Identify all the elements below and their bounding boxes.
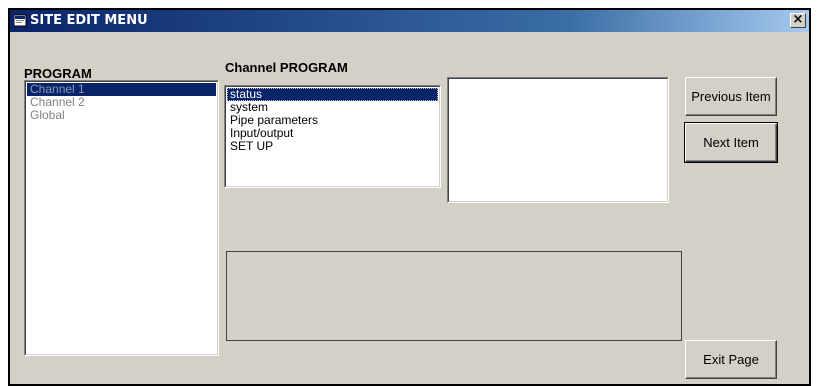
info-panel <box>226 251 682 341</box>
next-item-button[interactable]: Next Item <box>684 122 778 163</box>
channel-program-list-item[interactable]: SET UP <box>227 140 438 153</box>
program-heading: PROGRAM <box>24 66 92 81</box>
close-button[interactable]: × <box>790 13 806 28</box>
program-listbox[interactable]: Channel 1 Channel 2 Global <box>24 80 219 356</box>
close-icon: × <box>792 12 804 27</box>
program-list-item[interactable]: Global <box>27 109 216 122</box>
previous-item-button[interactable]: Previous Item <box>685 77 777 116</box>
detail-listbox[interactable] <box>447 77 669 203</box>
exit-page-button[interactable]: Exit Page <box>685 340 777 379</box>
channel-program-list-items: status system Pipe parameters Input/output S… <box>227 88 438 153</box>
channel-program-heading: Channel PROGRAM <box>225 60 348 75</box>
window-app-icon <box>14 14 27 27</box>
program-list-items: Channel 1 Channel 2 Global <box>27 83 216 122</box>
window-title: SITE EDIT MENU <box>30 13 148 28</box>
channel-program-listbox[interactable]: status system Pipe parameters Input/output S… <box>224 85 441 188</box>
site-edit-window: SITE EDIT MENU × PROGRAM Channel 1 Channe… <box>8 8 811 386</box>
title-bar[interactable]: SITE EDIT MENU × <box>10 10 809 32</box>
